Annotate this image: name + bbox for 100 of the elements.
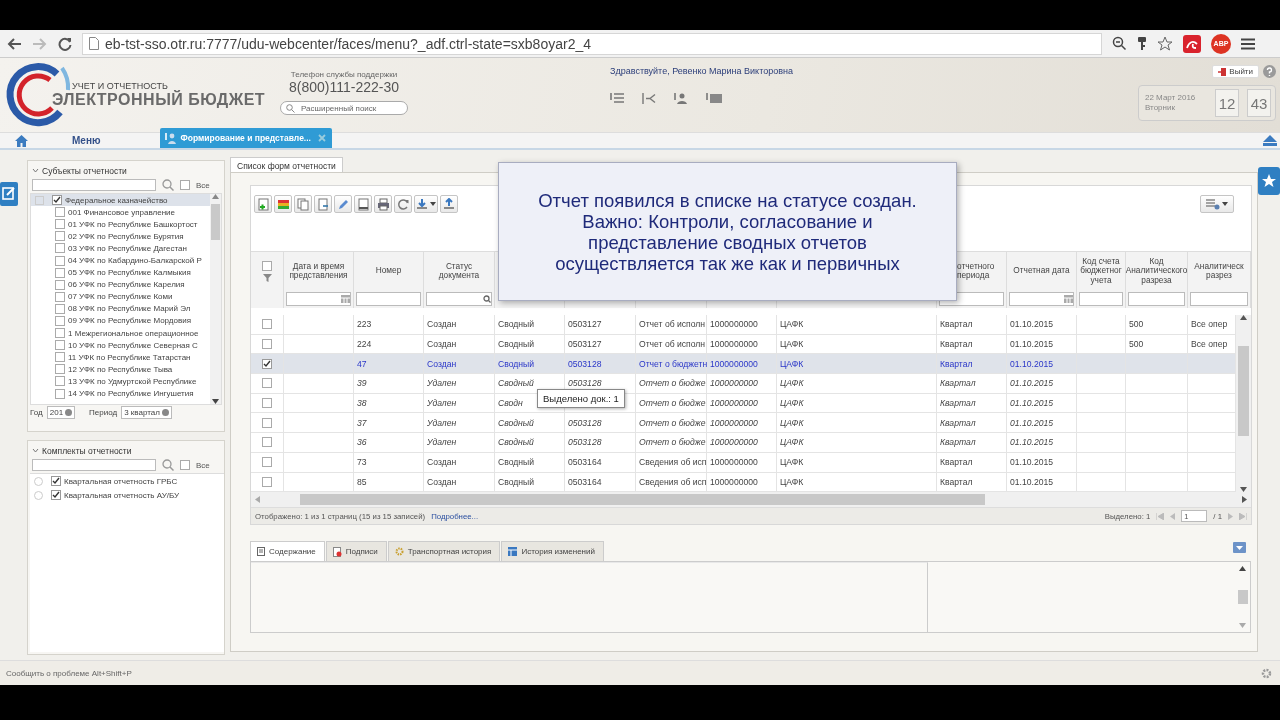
calendar-icon[interactable] <box>341 295 350 303</box>
checkbox[interactable] <box>51 490 61 500</box>
key-icon[interactable] <box>1137 36 1147 51</box>
checkbox[interactable] <box>52 195 62 206</box>
year-field[interactable]: 201 <box>46 405 76 419</box>
hierarchy-icon[interactable] <box>642 93 656 104</box>
checkbox[interactable] <box>262 339 272 350</box>
menu-link[interactable]: Меню <box>72 135 101 146</box>
search-field[interactable] <box>32 459 156 471</box>
tree-item[interactable]: Федеральное казначейство <box>31 194 210 207</box>
filter-field[interactable] <box>1009 292 1074 306</box>
table-row[interactable]: 39 Удален Сводный 0503128 Отчет о бюдже 1000000000 ЦАФК Квартал 01.10.2015 <box>251 374 1236 394</box>
checkbox[interactable] <box>180 180 190 190</box>
reload-icon[interactable] <box>58 36 72 51</box>
home-icon[interactable] <box>15 134 28 147</box>
column-header[interactable]: Аналитическ разрез <box>1188 252 1251 290</box>
filter-field[interactable] <box>1128 292 1185 306</box>
tree-item[interactable]: 10 УФК по Республике Северная С <box>31 339 210 352</box>
filter-icon[interactable] <box>262 273 272 282</box>
scrollbar[interactable] <box>1236 315 1251 493</box>
scroll-thumb[interactable] <box>1238 346 1249 436</box>
tree-item[interactable]: 03 УФК по Республике Дагестан <box>31 242 210 255</box>
table-row[interactable]: 37 Удален Сводный 0503128 Отчет о бюдже 1000000000 ЦАФК Квартал 01.10.2015 <box>251 413 1236 434</box>
table-row[interactable]: 73 Создан Сводный 0503164 Сведения об исп 1000000000 ЦАФК Квартал 01.10.2015 <box>251 452 1236 473</box>
tree-item[interactable]: 14 УФК по Республике Ингушетия <box>31 387 210 400</box>
checkbox[interactable] <box>55 231 65 242</box>
forward-icon[interactable] <box>32 36 48 51</box>
checkbox[interactable] <box>180 460 190 470</box>
tree-item[interactable]: 02 УФК по Республике Бурятия <box>31 230 210 243</box>
tree-item[interactable]: 05 УФК по Республике Калмыкия <box>31 266 210 279</box>
checkbox[interactable] <box>262 260 272 271</box>
tree-item[interactable]: 01 УФК по Республике Башкортост <box>31 218 210 231</box>
column-header[interactable]: Код Аналитического разреза <box>1126 252 1188 290</box>
search-icon[interactable] <box>162 179 174 191</box>
filter-field[interactable] <box>1190 292 1248 306</box>
filter-field[interactable] <box>356 292 421 306</box>
checkbox[interactable] <box>262 398 272 409</box>
scroll-thumb[interactable] <box>1237 590 1248 605</box>
calendar-icon[interactable] <box>1064 295 1073 303</box>
toolbar-button[interactable] <box>254 195 272 213</box>
checkbox[interactable] <box>55 303 65 314</box>
scrollbar[interactable] <box>210 194 221 404</box>
checkbox[interactable] <box>262 457 272 468</box>
toolbar-button[interactable] <box>314 195 332 213</box>
filter-field[interactable] <box>1079 292 1123 306</box>
tree-item[interactable]: 11 УФК по Республике Татарстан <box>31 351 210 364</box>
checkbox[interactable] <box>55 328 65 339</box>
tree-item[interactable]: 09 УФК по Республике Мордовия <box>31 314 210 328</box>
column-header[interactable]: Дата и время представления <box>284 252 354 290</box>
checkbox[interactable] <box>262 378 272 389</box>
tree-item[interactable]: 07 УФК по Республике Коми <box>31 290 210 303</box>
back-icon[interactable] <box>6 36 22 51</box>
filter-field[interactable] <box>426 292 492 306</box>
checkbox[interactable] <box>55 243 65 254</box>
collapse-icon[interactable] <box>32 167 39 174</box>
close-icon[interactable] <box>317 134 326 142</box>
scrollbar[interactable] <box>251 492 1251 508</box>
column-header[interactable]: Статус документа <box>424 252 495 290</box>
first-page-icon[interactable] <box>1156 512 1165 520</box>
upload-button[interactable] <box>440 195 458 213</box>
toolbar-button[interactable] <box>394 195 412 213</box>
checkbox[interactable] <box>262 319 272 330</box>
tree-item[interactable]: 13 УФК по Удмуртской Республике <box>31 375 210 388</box>
table-row[interactable]: 223 Создан Сводный 0503127 Отчет об исполн 1000000000 ЦАФК Квартал 01.10.2015 500 Все опер <box>251 315 1236 335</box>
checkbox[interactable] <box>55 255 65 266</box>
filter-field[interactable] <box>286 292 351 306</box>
previous-page-icon[interactable] <box>1170 512 1176 520</box>
search-field[interactable]: Расширенный поиск <box>280 101 408 115</box>
list-item[interactable]: Квартальная отчетность ГРБС <box>30 474 224 488</box>
tree-item[interactable]: 1 Межрегиональное операционное <box>31 327 210 340</box>
column-header[interactable]: Номер <box>354 252 424 290</box>
zoom-out-icon[interactable] <box>1112 36 1127 51</box>
period-field[interactable]: 3 квартал <box>121 405 172 419</box>
list-item[interactable]: Квартальная отчетность АУ/БУ <box>30 488 224 502</box>
tab[interactable]: Транспортная история <box>387 541 501 562</box>
checkbox[interactable] <box>55 291 65 302</box>
toolbar-button[interactable] <box>354 195 372 213</box>
collapse-icon[interactable] <box>32 447 39 454</box>
checkbox[interactable] <box>55 364 65 375</box>
column-header[interactable]: Код счета бюджетног учета <box>1077 252 1126 290</box>
columns-button[interactable] <box>1200 195 1234 213</box>
column-header[interactable]: Отчетная дата <box>1007 252 1077 290</box>
checkbox[interactable] <box>262 358 272 369</box>
checkbox[interactable] <box>55 279 65 290</box>
checkbox[interactable] <box>55 316 65 326</box>
help-icon[interactable] <box>1263 65 1276 78</box>
checkbox[interactable] <box>55 219 65 230</box>
checkbox[interactable] <box>55 376 65 387</box>
toolbar-button[interactable] <box>334 195 352 213</box>
scroll-up-icon[interactable] <box>1240 315 1247 320</box>
toolbar-button[interactable] <box>374 195 392 213</box>
scroll-down-icon[interactable] <box>212 399 219 404</box>
download-button[interactable] <box>414 195 438 213</box>
mail-icon[interactable] <box>706 93 722 104</box>
tree-item[interactable]: 001 Финансовое управление <box>31 206 210 219</box>
table-row[interactable]: 85 Создан Сводный 0503164 Сведения об исп 1000000000 ЦАФК Квартал 01.10.2015 <box>251 472 1236 493</box>
scroll-right-icon[interactable] <box>1242 496 1247 504</box>
checkbox[interactable] <box>55 267 65 278</box>
table-row[interactable]: 36 Удален Сводный 0503128 Отчет о бюдже 1000000000 ЦАФК Квартал 01.10.2015 <box>251 433 1236 453</box>
settings-icon[interactable] <box>1261 667 1272 679</box>
